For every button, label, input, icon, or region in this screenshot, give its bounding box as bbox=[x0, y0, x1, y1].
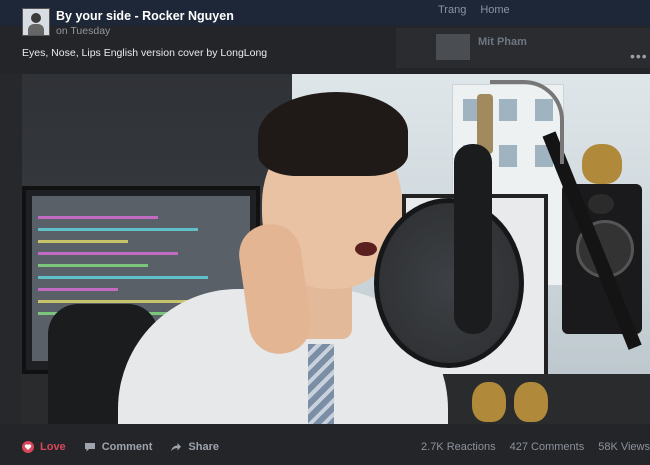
background-nav-item: Home bbox=[480, 4, 510, 16]
post-header: By your side - Rocker Nguyen on Tuesday … bbox=[0, 0, 396, 66]
post-stats: 2.7K Reactions 427 Comments 58K Views bbox=[421, 441, 650, 453]
video-microphone bbox=[454, 144, 492, 334]
avatar[interactable] bbox=[22, 8, 50, 36]
comment-button[interactable]: Comment bbox=[84, 441, 153, 453]
background-nav: Trang Home bbox=[438, 4, 510, 16]
avatar-head bbox=[31, 13, 41, 23]
background-avatar bbox=[436, 34, 470, 60]
avatar-body bbox=[28, 24, 44, 35]
video-skull bbox=[514, 382, 548, 422]
video-person-tie bbox=[308, 344, 334, 424]
comment-label: Comment bbox=[101, 441, 153, 453]
post-description: Eyes, Nose, Lips English version cover b… bbox=[22, 47, 268, 59]
video-skull bbox=[582, 144, 622, 184]
love-icon bbox=[22, 441, 34, 453]
love-button[interactable]: Love bbox=[22, 441, 66, 453]
background-suggestion bbox=[396, 28, 650, 68]
comments-count[interactable]: 427 Comments bbox=[510, 441, 585, 453]
post-title[interactable]: By your side - Rocker Nguyen bbox=[56, 9, 234, 23]
video-mic-cable bbox=[490, 80, 564, 164]
more-options-icon[interactable]: ••• bbox=[630, 48, 648, 64]
share-icon bbox=[171, 443, 182, 451]
video-person-mouth bbox=[355, 242, 377, 256]
action-bar: Love Comment Share 2.7K Reactions 427 Co… bbox=[22, 434, 650, 460]
share-label: Share bbox=[188, 441, 219, 453]
reactions-count[interactable]: 2.7K Reactions bbox=[421, 441, 496, 453]
video-player[interactable] bbox=[22, 74, 650, 424]
views-count: 58K Views bbox=[598, 441, 650, 453]
background-nav-item: Trang bbox=[438, 4, 467, 16]
background-left-strip bbox=[0, 74, 22, 424]
video-person-hair bbox=[258, 92, 408, 176]
background-suggest-name: Mit Pham bbox=[478, 36, 527, 48]
video-skull bbox=[472, 382, 506, 422]
comment-icon bbox=[84, 443, 95, 452]
video-pop-filter bbox=[374, 198, 524, 368]
post-time[interactable]: on Tuesday bbox=[56, 25, 110, 37]
love-label: Love bbox=[40, 441, 66, 453]
share-button[interactable]: Share bbox=[170, 441, 219, 453]
